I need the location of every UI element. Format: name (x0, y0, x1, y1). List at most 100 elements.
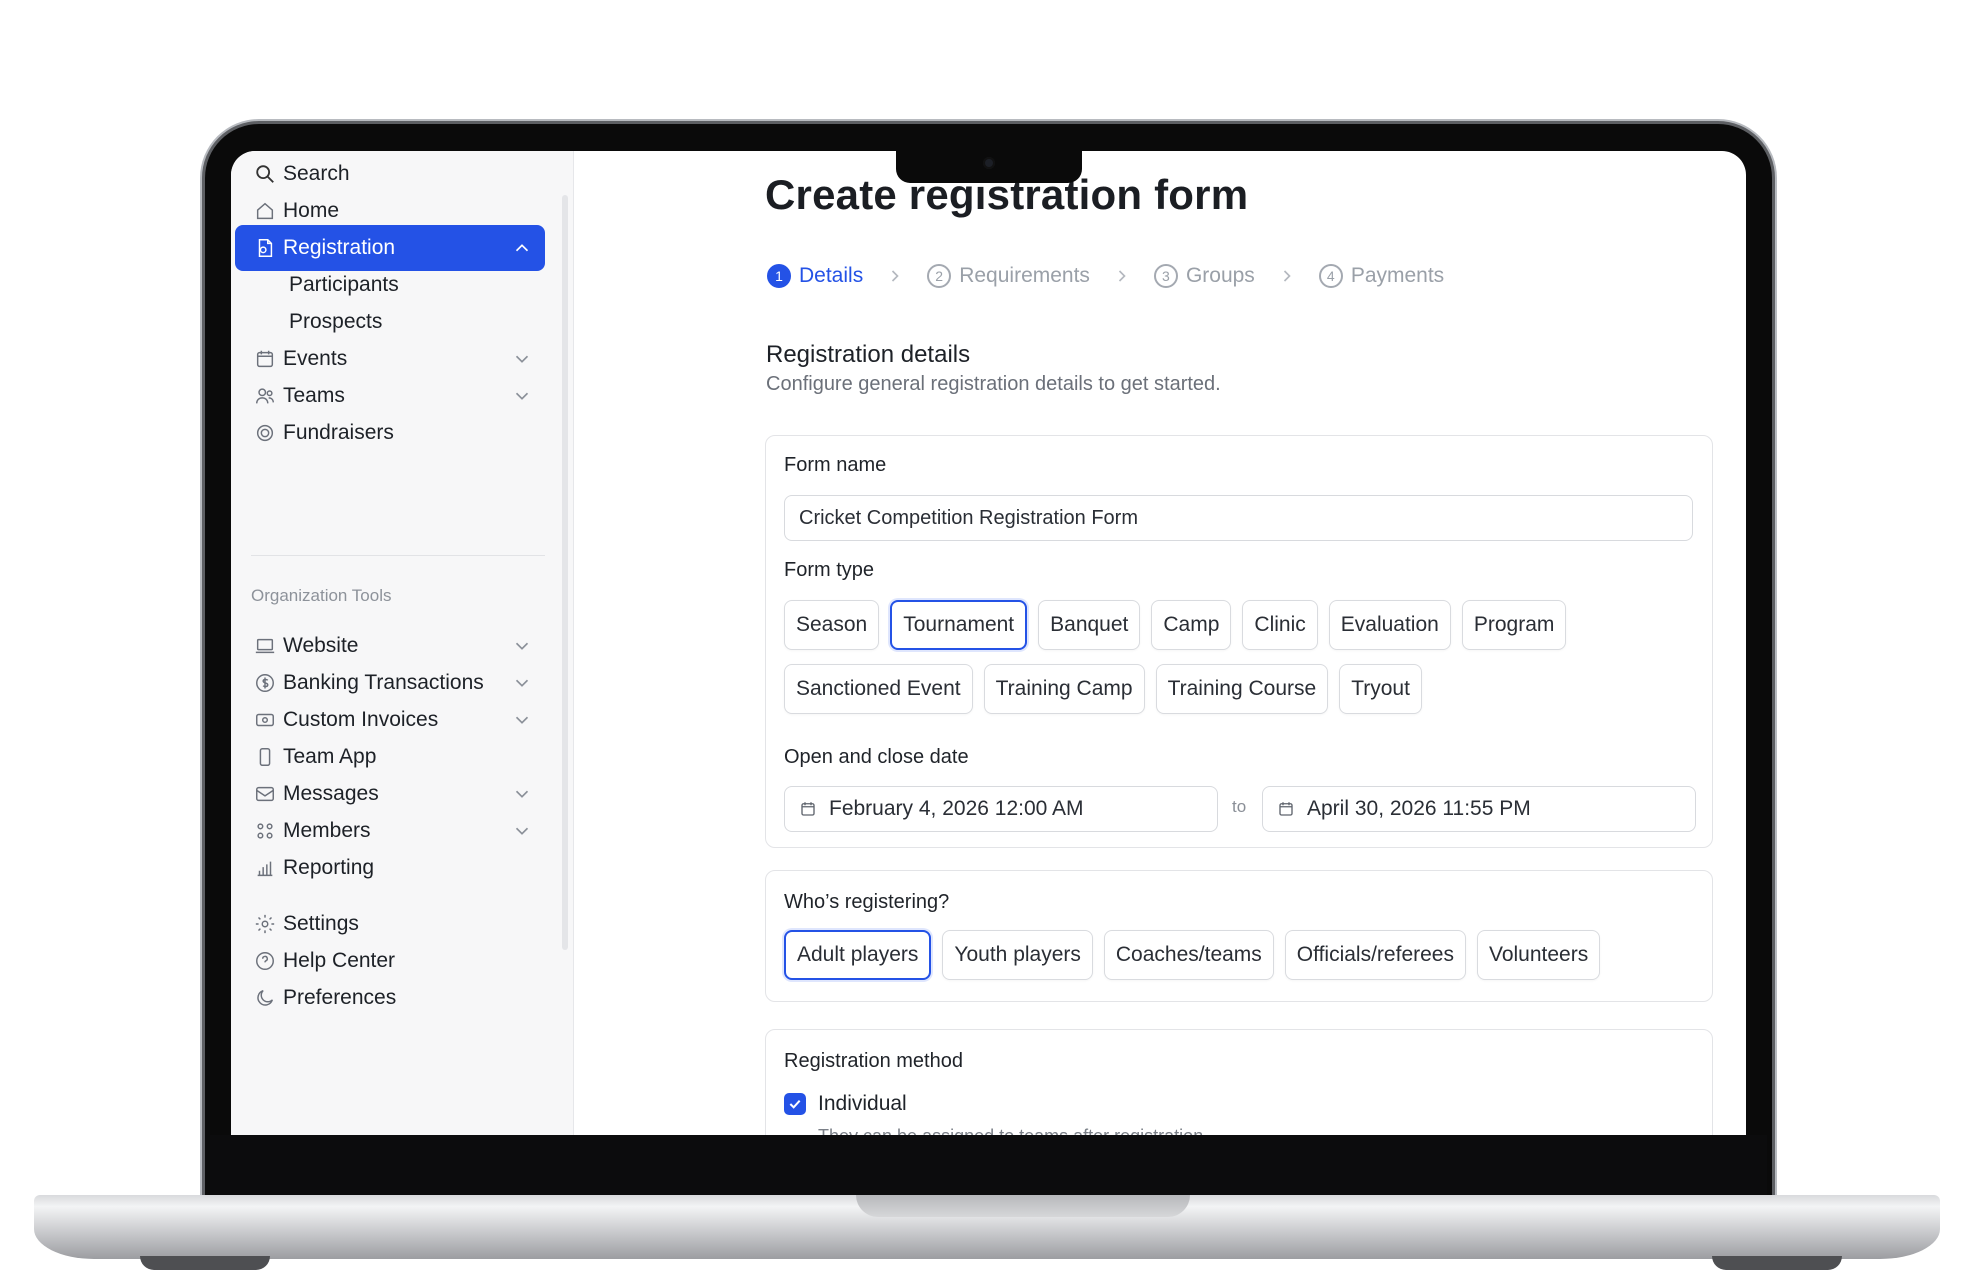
sidebar-item-label: Banking Transactions (283, 671, 484, 694)
sidebar-item-label: Members (283, 819, 371, 842)
who-registering-card: Who’s registering? Adult players Youth p… (765, 870, 1713, 1002)
chevron-right-icon (1277, 266, 1297, 286)
sidebar-item-label: Prospects (289, 310, 383, 333)
step-number: 3 (1153, 264, 1178, 288)
who-registering-options: Adult players Youth players Coaches/team… (784, 930, 1601, 980)
sidebar-item-label: Home (283, 199, 340, 222)
sidebar-item-label: Fundraisers (283, 421, 394, 444)
sidebar-item-label: Events (283, 347, 348, 370)
chevron-down-icon[interactable] (511, 709, 533, 731)
sidebar-item-fundraisers[interactable]: Fundraisers (235, 410, 545, 456)
form-type-option[interactable]: Sanctioned Event (784, 664, 973, 714)
calendar-icon (1277, 800, 1295, 818)
sidebar-item-label: Registration (283, 236, 396, 259)
step-requirements[interactable]: 2 Requirements (927, 264, 1090, 288)
chevron-right-icon (885, 266, 905, 286)
chevron-down-icon[interactable] (511, 783, 533, 805)
camera-notch (896, 151, 1082, 183)
form-type-option-selected[interactable]: Tournament (890, 600, 1028, 650)
lid-opening-notch (856, 1195, 1190, 1217)
form-name-input[interactable] (784, 495, 1693, 541)
method-option-help: They can be assigned to teams after regi… (818, 1126, 1208, 1135)
who-option-selected[interactable]: Adult players (784, 930, 932, 980)
close-date-input[interactable]: April 30, 2026 11:55 PM (1262, 786, 1696, 832)
form-type-options-row-1: Season Tournament Banquet Camp Clinic Ev… (784, 600, 1567, 650)
date-range-label: Open and close date (784, 746, 969, 768)
laptop-foot-right (1712, 1256, 1842, 1270)
laptop-foot-left (140, 1256, 270, 1270)
form-type-option[interactable]: Season (784, 600, 880, 650)
main-content: Create registration form 1 Details 2 Req… (575, 151, 1746, 1135)
chevron-down-icon[interactable] (511, 820, 533, 842)
users-icon (253, 384, 277, 408)
step-payments[interactable]: 4 Payments (1318, 264, 1445, 288)
home-icon (253, 199, 277, 223)
sidebar-item-preferences[interactable]: Preferences (235, 975, 545, 1021)
sidebar-item-label: Website (283, 634, 359, 657)
registration-icon (253, 236, 277, 260)
date-separator: to (1232, 797, 1247, 816)
form-type-option[interactable]: Program (1461, 600, 1567, 650)
step-label: Requirements (959, 264, 1090, 287)
search-icon (253, 162, 277, 186)
chevron-up-icon[interactable] (511, 237, 533, 259)
calendar-icon (253, 347, 277, 371)
method-option-label: Individual (818, 1092, 907, 1115)
form-type-option[interactable]: Banquet (1038, 600, 1141, 650)
sidebar-item-label: Teams (283, 384, 345, 407)
section-label-organization-tools: Organization Tools (251, 586, 392, 605)
sidebar-item-reporting[interactable]: Reporting (235, 845, 545, 891)
dollar-icon (253, 671, 277, 695)
who-option[interactable]: Youth players (942, 930, 1093, 980)
form-type-option[interactable]: Camp (1151, 600, 1232, 650)
who-option[interactable]: Officials/referees (1284, 930, 1466, 980)
step-details[interactable]: 1 Details (767, 264, 863, 288)
who-option[interactable]: Coaches/teams (1103, 930, 1274, 980)
method-individual-option[interactable]: Individual (784, 1092, 907, 1116)
step-label: Payments (1350, 264, 1445, 287)
registration-method-label: Registration method (784, 1050, 963, 1072)
sidebar-scrollbar[interactable] (562, 195, 568, 950)
form-type-option[interactable]: Training Camp (983, 664, 1145, 714)
open-date-value: February 4, 2026 12:00 AM (829, 797, 1084, 820)
chevron-down-icon[interactable] (511, 635, 533, 657)
sidebar-item-label: Settings (283, 912, 359, 935)
who-registering-label: Who’s registering? (784, 891, 950, 913)
sidebar-item-label: Reporting (283, 856, 375, 879)
step-number: 1 (767, 264, 791, 288)
open-date-input[interactable]: February 4, 2026 12:00 AM (784, 786, 1218, 832)
checkbox-checked[interactable] (784, 1093, 806, 1115)
form-type-option[interactable]: Tryout (1339, 664, 1422, 714)
invoice-icon (253, 708, 277, 732)
form-type-option[interactable]: Clinic (1242, 600, 1318, 650)
form-stepper: 1 Details 2 Requirements 3 Groups 4 Paym… (767, 264, 1444, 288)
chevron-down-icon[interactable] (511, 672, 533, 694)
form-details-card: Form name Form type Season Tournament Ba… (765, 435, 1713, 848)
chevron-right-icon (1112, 266, 1132, 286)
sidebar-item-label: Custom Invoices (283, 708, 439, 731)
form-type-option[interactable]: Evaluation (1328, 600, 1451, 650)
chevron-down-icon[interactable] (511, 385, 533, 407)
laptop-icon (253, 634, 277, 658)
laptop-chin (210, 1135, 1767, 1195)
camera-icon (983, 157, 995, 169)
step-number: 4 (1318, 264, 1343, 288)
form-type-options-row-2: Sanctioned Event Training Camp Training … (784, 664, 1422, 714)
registration-method-card: Registration method Individual They can … (765, 1029, 1713, 1135)
members-icon (253, 819, 277, 843)
who-option[interactable]: Volunteers (1476, 930, 1601, 980)
step-groups[interactable]: 3 Groups (1153, 264, 1255, 288)
form-type-option[interactable]: Training Course (1155, 664, 1329, 714)
mail-icon (253, 782, 277, 806)
sidebar-item-label: Team App (283, 745, 377, 768)
app-screen: Search Home Registration Participants Pr… (231, 151, 1746, 1135)
form-name-label: Form name (784, 454, 887, 476)
chevron-down-icon[interactable] (511, 348, 533, 370)
sidebar: Search Home Registration Participants Pr… (231, 151, 574, 1135)
fundraiser-icon (253, 421, 277, 445)
sidebar-divider (251, 555, 545, 556)
step-label: Groups (1185, 264, 1255, 287)
sidebar-item-label: Messages (283, 782, 379, 805)
close-date-value: April 30, 2026 11:55 PM (1307, 797, 1531, 820)
help-icon (253, 949, 277, 973)
